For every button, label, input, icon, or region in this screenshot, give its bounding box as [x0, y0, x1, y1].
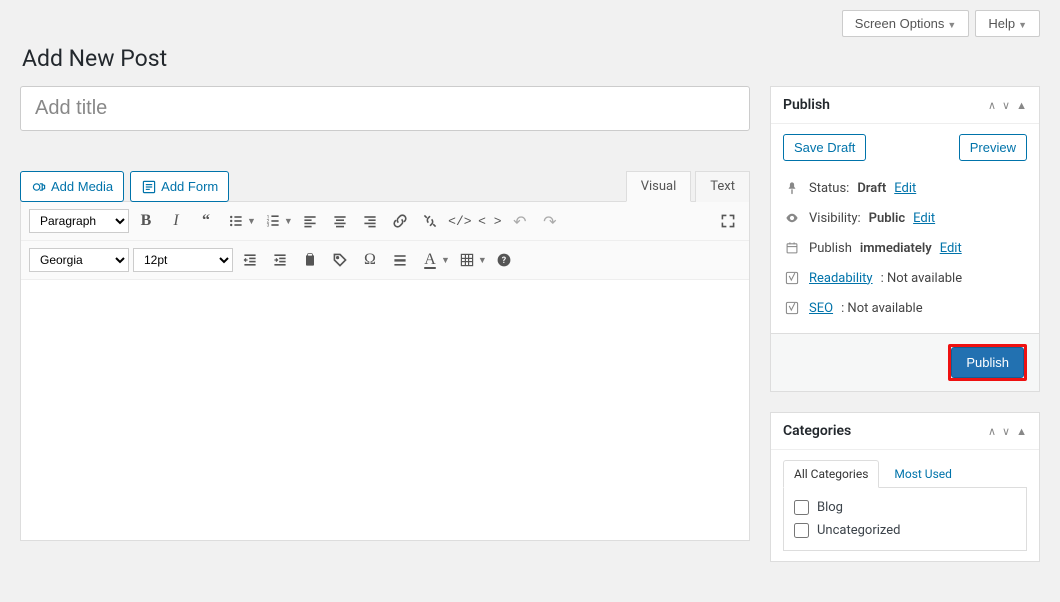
- svg-text:3: 3: [267, 223, 270, 229]
- align-left-button[interactable]: [297, 208, 323, 234]
- category-item[interactable]: Uncategorized: [792, 519, 1018, 542]
- undo-button[interactable]: ↶: [507, 208, 533, 234]
- form-icon: [141, 179, 157, 195]
- chevron-down-icon[interactable]: ▼: [441, 255, 450, 266]
- screen-options-button[interactable]: Screen Options▼: [842, 10, 970, 37]
- publish-value: immediately: [860, 241, 932, 256]
- readability-link[interactable]: Readability: [809, 271, 873, 286]
- blockquote-button[interactable]: “: [193, 208, 219, 234]
- category-list: Blog Uncategorized: [783, 487, 1027, 551]
- visibility-label: Visibility:: [809, 211, 861, 226]
- category-label: Uncategorized: [817, 523, 900, 538]
- tab-visual[interactable]: Visual: [626, 171, 692, 202]
- calendar-icon: [783, 239, 801, 257]
- indent-button[interactable]: [267, 247, 293, 273]
- editor-content-area[interactable]: [21, 280, 749, 540]
- chevron-down-icon[interactable]: ▼: [247, 216, 256, 227]
- italic-button[interactable]: I: [163, 208, 189, 234]
- editor-mode-tabs: Visual Text: [626, 171, 750, 202]
- add-media-label: Add Media: [51, 179, 113, 194]
- table-button[interactable]: [454, 247, 480, 273]
- toolbar-row-1: Paragraph B I “ ▼ 123▼ </> < > ↶ ↷: [21, 202, 749, 241]
- code-block-button[interactable]: < >: [477, 208, 503, 234]
- publish-button-highlight: Publish: [948, 344, 1027, 381]
- chevron-down-icon[interactable]: ▼: [478, 255, 487, 266]
- numbered-list-button[interactable]: 123: [260, 208, 286, 234]
- media-icon: [31, 179, 47, 195]
- publish-label: Publish: [809, 241, 852, 256]
- yoast-icon: [783, 269, 801, 287]
- add-form-button[interactable]: Add Form: [130, 171, 229, 202]
- format-select[interactable]: Paragraph: [29, 209, 129, 233]
- editor-main: Add Media Add Form Visual Text Paragraph…: [20, 86, 750, 541]
- preview-button[interactable]: Preview: [959, 134, 1027, 161]
- outdent-button[interactable]: [237, 247, 263, 273]
- help-label: Help: [988, 16, 1015, 31]
- add-form-label: Add Form: [161, 179, 218, 194]
- link-button[interactable]: [387, 208, 413, 234]
- special-char-button[interactable]: Ω: [357, 247, 383, 273]
- post-title-input[interactable]: [20, 86, 750, 131]
- publish-heading: Publish: [783, 97, 830, 113]
- categories-heading: Categories: [783, 423, 851, 439]
- font-family-select[interactable]: Georgia: [29, 248, 129, 272]
- tab-most-used[interactable]: Most Used: [883, 460, 963, 488]
- visibility-value: Public: [869, 211, 905, 226]
- add-media-button[interactable]: Add Media: [20, 171, 124, 202]
- status-label: Status:: [809, 181, 849, 196]
- help-icon-button[interactable]: ?: [491, 247, 517, 273]
- category-item[interactable]: Blog: [792, 496, 1018, 519]
- chevron-down-icon: ▼: [1018, 20, 1027, 30]
- font-size-select[interactable]: 12pt: [133, 248, 233, 272]
- pin-icon: [783, 179, 801, 197]
- seo-link[interactable]: SEO: [809, 301, 833, 316]
- unlink-button[interactable]: [417, 208, 443, 234]
- hr-button[interactable]: [387, 247, 413, 273]
- page-title: Add New Post: [22, 45, 1040, 72]
- screen-options-label: Screen Options: [855, 16, 945, 31]
- edit-status-link[interactable]: Edit: [894, 181, 916, 196]
- bold-button[interactable]: B: [133, 208, 159, 234]
- toggle-panel-icon[interactable]: ▲: [1016, 425, 1027, 438]
- redo-button[interactable]: ↷: [537, 208, 563, 234]
- status-value: Draft: [857, 181, 886, 196]
- move-up-icon[interactable]: ∧: [988, 425, 996, 438]
- save-draft-button[interactable]: Save Draft: [783, 134, 866, 161]
- bullet-list-button[interactable]: [223, 208, 249, 234]
- svg-text:?: ?: [502, 256, 507, 266]
- align-center-button[interactable]: [327, 208, 353, 234]
- edit-visibility-link[interactable]: Edit: [913, 211, 935, 226]
- category-checkbox[interactable]: [794, 500, 809, 515]
- paste-button[interactable]: [297, 247, 323, 273]
- tab-text[interactable]: Text: [695, 171, 750, 202]
- move-down-icon[interactable]: ∨: [1002, 425, 1010, 438]
- editor-container: Paragraph B I “ ▼ 123▼ </> < > ↶ ↷: [20, 201, 750, 541]
- toolbar-row-2: Georgia 12pt Ω A▼ ▼ ?: [21, 241, 749, 280]
- publish-button[interactable]: Publish: [951, 347, 1024, 378]
- chevron-down-icon: ▼: [947, 20, 956, 30]
- category-label: Blog: [817, 500, 843, 515]
- categories-metabox: Categories ∧ ∨ ▲ All Categories Most Use…: [770, 412, 1040, 562]
- edit-publish-link[interactable]: Edit: [940, 241, 962, 256]
- align-right-button[interactable]: [357, 208, 383, 234]
- tag-button[interactable]: [327, 247, 353, 273]
- seo-value: : Not available: [841, 301, 923, 316]
- readability-value: : Not available: [881, 271, 963, 286]
- tab-all-categories[interactable]: All Categories: [783, 460, 879, 488]
- text-color-button[interactable]: A: [417, 247, 443, 273]
- category-checkbox[interactable]: [794, 523, 809, 538]
- help-button[interactable]: Help▼: [975, 10, 1040, 37]
- chevron-down-icon[interactable]: ▼: [284, 216, 293, 227]
- publish-metabox: Publish ∧ ∨ ▲ Save Draft Preview Status:: [770, 86, 1040, 392]
- code-button[interactable]: </>: [447, 208, 473, 234]
- move-down-icon[interactable]: ∨: [1002, 99, 1010, 112]
- fullscreen-button[interactable]: [715, 208, 741, 234]
- sidebar: Publish ∧ ∨ ▲ Save Draft Preview Status:: [770, 86, 1040, 582]
- move-up-icon[interactable]: ∧: [988, 99, 996, 112]
- toggle-panel-icon[interactable]: ▲: [1016, 99, 1027, 112]
- yoast-icon: [783, 299, 801, 317]
- eye-icon: [783, 209, 801, 227]
